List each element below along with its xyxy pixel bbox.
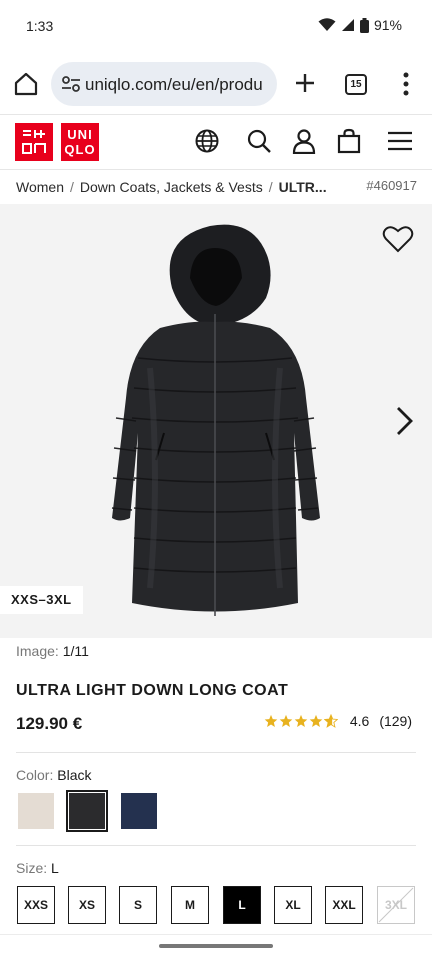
signal-icon: [341, 19, 354, 31]
battery-percent: 91%: [373, 17, 402, 33]
logo-text-top: UNI: [67, 127, 93, 142]
url-text: uniqlo.com/eu/en/produ: [85, 75, 263, 94]
gesture-handle[interactable]: [159, 944, 273, 948]
product-title: ULTRA LIGHT DOWN LONG COAT: [16, 682, 289, 699]
color-swatch-beige[interactable]: [18, 793, 54, 829]
browser-menu-icon[interactable]: [401, 72, 411, 96]
product-id: #460917: [366, 178, 417, 193]
new-tab-icon[interactable]: [292, 70, 318, 96]
product-rating[interactable]: 4.6 (129): [264, 713, 412, 729]
breadcrumb: Women / Down Coats, Jackets & Vests / UL…: [16, 178, 416, 196]
star-partial-icon: [323, 714, 338, 728]
hamburger-menu-icon[interactable]: [387, 128, 413, 154]
color-swatch-navy[interactable]: [121, 793, 157, 829]
logo-block-latin: UNI QLO: [61, 123, 99, 161]
uniqlo-logo[interactable]: UNI QLO: [15, 123, 99, 161]
browser-toolbar: uniqlo.com/eu/en/produ 15: [0, 56, 432, 112]
size-label: Size: L: [16, 860, 59, 876]
size-option-s[interactable]: S: [119, 886, 157, 924]
product-image-gallery[interactable]: XXS–3XL: [0, 204, 432, 638]
status-bar: 1:33 91%: [0, 0, 432, 52]
site-settings-icon[interactable]: [61, 76, 81, 92]
size-selected-value: L: [51, 860, 59, 876]
product-price: 129.90 €: [16, 714, 83, 733]
image-counter: Image: 1/11: [16, 643, 89, 659]
wifi-icon: [318, 18, 336, 31]
rating-count[interactable]: (129): [379, 713, 412, 729]
breadcrumb-separator: /: [69, 179, 74, 195]
globe-icon[interactable]: [194, 128, 220, 154]
image-counter-value: 1/11: [62, 643, 89, 659]
katakana-logo-icon: [22, 130, 46, 154]
chevron-right-icon[interactable]: [392, 404, 416, 438]
size-option-xl[interactable]: XL: [274, 886, 312, 924]
color-swatch-black[interactable]: [69, 793, 105, 829]
battery-icon: [359, 17, 369, 33]
product-image-coat: [111, 224, 320, 616]
size-range-badge: XXS–3XL: [0, 586, 83, 614]
logo-text-bottom: QLO: [64, 142, 96, 157]
size-option-m[interactable]: M: [171, 886, 209, 924]
rating-stars: [264, 714, 338, 728]
logo-block-katakana: [15, 123, 53, 161]
search-icon[interactable]: [246, 128, 272, 154]
divider: [16, 752, 416, 753]
size-option-xs[interactable]: XS: [68, 886, 106, 924]
tab-switcher-button[interactable]: 15: [345, 74, 367, 95]
rating-value: 4.6: [349, 713, 370, 729]
size-options: XXS XS S M L XL XXL 3XL: [17, 886, 417, 924]
color-selected-value: Black: [57, 767, 92, 783]
breadcrumb-item-current: ULTR...: [278, 179, 327, 195]
star-icon: [309, 714, 323, 727]
url-bar[interactable]: uniqlo.com/eu/en/produ: [51, 62, 277, 106]
size-option-l[interactable]: L: [223, 886, 261, 924]
favorite-heart-icon[interactable]: [382, 224, 414, 254]
size-label-text: Size:: [16, 860, 48, 876]
unavailable-strike-icon: [378, 887, 414, 923]
site-header: UNI QLO: [0, 114, 432, 170]
color-label-text: Color:: [16, 767, 54, 783]
cart-icon[interactable]: [336, 128, 362, 154]
breadcrumb-item-category[interactable]: Down Coats, Jackets & Vests: [80, 179, 263, 195]
star-icon: [279, 714, 293, 727]
home-icon[interactable]: [12, 70, 40, 98]
size-option-3xl[interactable]: 3XL: [377, 886, 415, 924]
star-icon: [264, 714, 278, 727]
status-icons: 91%: [318, 17, 402, 33]
account-icon[interactable]: [291, 128, 317, 154]
size-option-xxl[interactable]: XXL: [325, 886, 363, 924]
divider: [16, 845, 416, 846]
image-counter-label: Image:: [16, 643, 59, 659]
status-time: 1:33: [26, 18, 54, 34]
star-icon: [294, 714, 308, 727]
breadcrumb-item-women[interactable]: Women: [16, 179, 64, 195]
breadcrumb-separator: /: [268, 179, 273, 195]
color-label: Color: Black: [16, 767, 91, 783]
size-option-xxs[interactable]: XXS: [17, 886, 55, 924]
